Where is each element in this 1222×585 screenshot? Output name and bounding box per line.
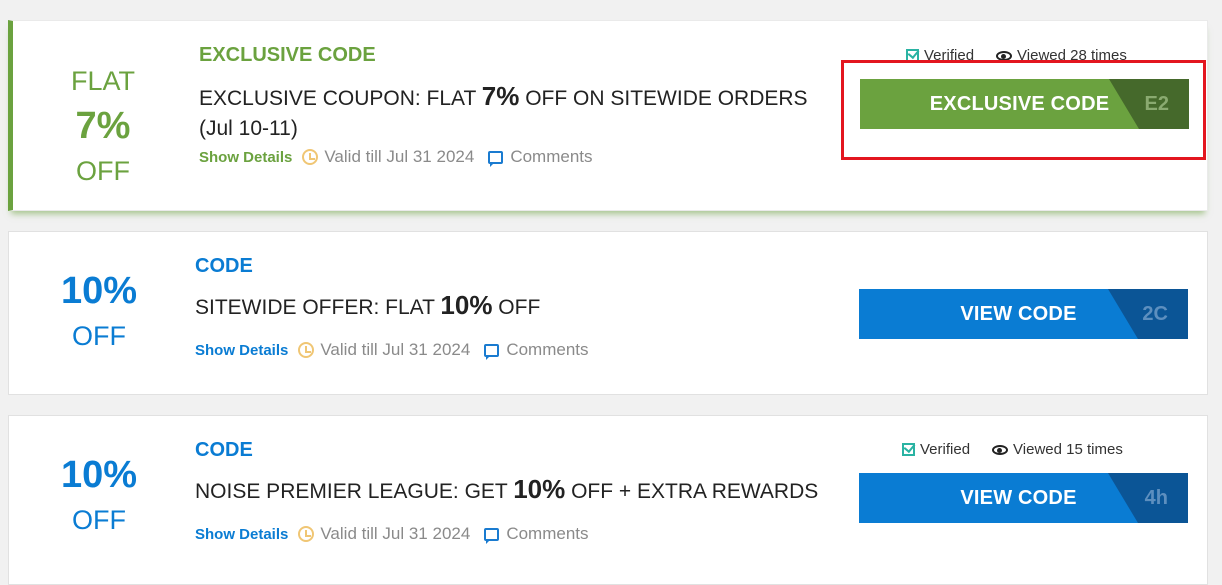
comments-link[interactable]: Comments [506,524,588,544]
clock-icon [302,149,319,165]
offer-card-3: 10% OFF CODE NOISE PREMIER LEAGUE: GET 1… [8,415,1208,585]
show-details-link[interactable]: Show Details [199,149,292,166]
offer-title: EXCLUSIVE COUPON: FLAT 7% OFF ON SITEWID… [199,81,839,144]
views-count: Viewed 15 times [1013,441,1123,458]
button-label: VIEW CODE [960,302,1077,325]
code-peek: 4h [1108,473,1188,523]
show-details-link[interactable]: Show Details [195,526,288,543]
offer-type-label: CODE [195,255,253,277]
verified-check-icon [902,443,915,456]
offer-title: NOISE PREMIER LEAGUE: GET 10% OFF + EXTR… [195,474,835,507]
offer-title-text: EXCLUSIVE COUPON: FLAT [199,87,482,110]
offer-meta: Show Details Valid till Jul 31 2024 Comm… [195,524,589,544]
discount-block: 10% OFF [9,452,189,542]
offer-title-text: NOISE PREMIER LEAGUE: GET [195,480,514,503]
comment-icon [484,527,500,544]
offer-meta: Show Details Valid till Jul 31 2024 Comm… [195,340,589,360]
comments-link[interactable]: Comments [506,340,588,360]
discount-value: 10% [60,454,138,496]
verified-label: Verified [920,441,971,458]
offer-title-suffix: OFF [492,296,541,319]
valid-till-text: Valid till Jul 31 2024 [324,147,475,166]
offer-card-2: 10% OFF CODE SITEWIDE OFFER: FLAT 10% OF… [8,231,1208,395]
clock-icon [298,526,315,542]
show-details-link[interactable]: Show Details [195,342,288,359]
offer-title-bold: 10% [440,290,493,320]
comments-link[interactable]: Comments [510,147,592,167]
clock-icon [298,342,315,358]
discount-value: 7% [75,105,131,147]
offer-meta: Show Details Valid till Jul 31 2024 Comm… [199,147,593,167]
offer-title-bold: 7% [481,81,520,111]
code-peek: 2C [1108,289,1188,339]
eye-icon [992,444,1009,455]
view-code-button[interactable]: VIEW CODE 2C [859,289,1188,339]
offer-title-text: SITEWIDE OFFER: FLAT [195,296,441,319]
button-label: VIEW CODE [960,486,1077,509]
discount-bottom: OFF [72,505,126,535]
discount-block: 10% OFF [9,268,189,358]
offer-title-bold: 10% [513,474,566,504]
eye-icon [996,50,1013,61]
view-code-button[interactable]: VIEW CODE 4h [859,473,1188,523]
discount-bottom: OFF [76,156,130,186]
offer-title-suffix: OFF + EXTRA REWARDS [565,480,819,503]
offer-badges: Verified Viewed 15 times [902,441,1123,458]
offer-type-label: CODE [195,439,253,461]
comment-icon [484,343,500,360]
offer-type-label: EXCLUSIVE CODE [199,44,376,66]
discount-block: FLAT 7% OFF [13,59,193,193]
valid-till-text: Valid till Jul 31 2024 [320,524,471,543]
discount-top: FLAT [70,66,135,96]
offer-title: SITEWIDE OFFER: FLAT 10% OFF [195,290,835,323]
comment-icon [488,150,504,167]
valid-till-text: Valid till Jul 31 2024 [320,340,471,359]
discount-bottom: OFF [72,321,126,351]
button-label: EXCLUSIVE CODE [929,92,1110,115]
discount-value: 10% [60,270,138,312]
